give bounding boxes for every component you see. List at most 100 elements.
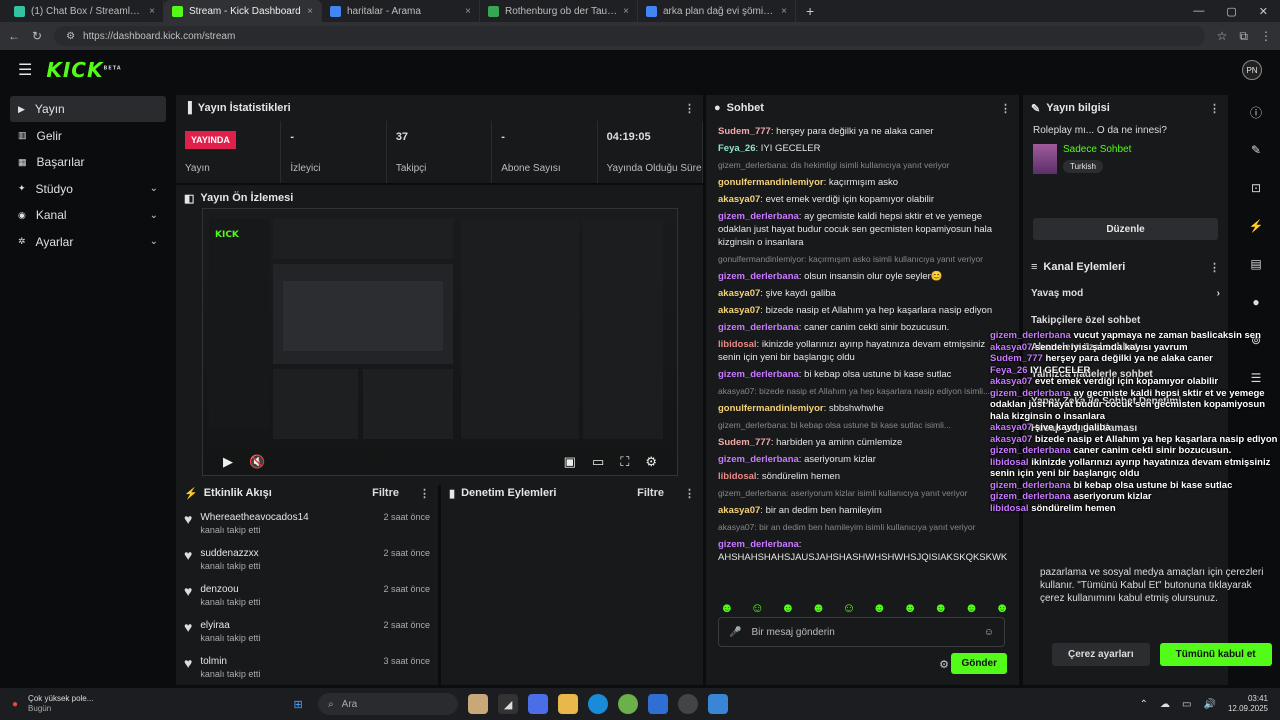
cookie-settings-button[interactable]: Çerez ayarları [1052,643,1150,666]
store-icon[interactable] [648,694,669,714]
accept-all-button[interactable]: Tümünü kabul et [1159,643,1272,666]
sidebar-item[interactable]: ▶ Yayın [10,96,166,122]
activity-user[interactable]: tolmin [200,656,260,667]
chat-username[interactable]: Feya_26 [718,143,756,154]
browser-tab[interactable]: arka plan dağ evi şömine karanlık × [638,0,796,22]
list-icon[interactable]: ▤ [1244,252,1268,276]
network-icon[interactable]: ▭ [1182,699,1191,710]
taskbar-search[interactable]: ⌕ Ara [318,693,459,715]
screen-icon[interactable]: ⊡ [1244,176,1268,200]
app-icon[interactable] [528,694,549,714]
chat-username[interactable]: akasya07 [718,305,760,316]
theater-icon[interactable]: ▭ [592,454,604,470]
moderation-filter-button[interactable]: Filtre [637,487,664,499]
emote-icon[interactable]: ☻ [903,600,917,615]
chat-username[interactable]: Sudem_777 [718,126,771,137]
emoji-icon[interactable]: ☺ [984,627,994,638]
close-icon[interactable]: × [149,6,155,17]
edit-button[interactable]: Düzenle [1033,218,1218,240]
emote-icon[interactable]: ☺ [842,600,855,615]
chat-username[interactable]: gizem_derlerbana [718,369,799,380]
emote-icon[interactable]: ☻ [965,600,979,615]
windows-start-icon[interactable]: ⊞ [288,694,308,714]
chrome-icon[interactable] [678,694,699,714]
site-info-icon[interactable]: ⚙ [66,31,75,42]
chat-username[interactable]: gizem_derlerbana [718,322,799,333]
activity-user[interactable]: Whereaetheavocados14 [200,512,308,523]
kick-logo[interactable]: KICKBETA [46,58,121,82]
close-window-icon[interactable]: ✕ [1259,5,1268,18]
activity-user[interactable]: elyiraa [200,620,260,631]
channel-action-item[interactable]: Yavaş mod › [1023,280,1228,307]
chat-username[interactable]: gizem_derlerbana [718,454,799,465]
chat-username[interactable]: gonulfermandinlemiyor [718,177,824,188]
extensions-icon[interactable]: ⧉ [1239,29,1248,44]
bolt-icon[interactable]: ⚡ [1244,214,1268,238]
minimize-icon[interactable]: — [1193,5,1204,18]
stats-menu-icon[interactable]: ⋮ [684,102,695,115]
volume-icon[interactable]: 🔊 [1204,699,1216,710]
sidebar-item[interactable]: ✦ Stüdyo ⌄ [10,176,166,202]
emote-icon[interactable]: ☻ [781,600,795,615]
avatar[interactable]: PN [1242,60,1262,80]
chat-input[interactable]: 🎤 Bir mesaj gönderin ☺ [718,617,1005,647]
chat-username[interactable]: akasya07 [718,288,760,299]
edge-icon[interactable] [588,694,609,714]
app-icon[interactable] [708,694,729,714]
folder-icon[interactable] [558,694,579,714]
actions-menu-icon[interactable]: ⋮ [1209,261,1220,274]
close-icon[interactable]: × [623,6,629,17]
pip-icon[interactable]: ▣ [564,454,576,470]
activity-filter-button[interactable]: Filtre [372,487,399,499]
emote-icon[interactable]: ☻ [812,600,826,615]
moderation-menu-icon[interactable]: ⋮ [684,487,695,500]
url-field[interactable]: ⚙ https://dashboard.kick.com/stream [54,26,1205,46]
cloud-icon[interactable]: ☁ [1160,699,1170,710]
activity-menu-icon[interactable]: ⋮ [419,487,430,500]
emote-icon[interactable]: ☻ [995,600,1009,615]
browser-tab[interactable]: Rothenburg ob der Tauber - Goo × [480,0,638,22]
new-tab-icon[interactable]: + [796,3,824,19]
star-icon[interactable]: ☆ [1217,29,1228,43]
close-icon[interactable]: × [307,6,313,17]
emote-icon[interactable]: ☺ [751,600,764,615]
chat-username[interactable]: Sudem_777 [718,437,771,448]
menu-icon[interactable]: ⋮ [1260,29,1272,43]
settings-icon[interactable]: ⚙ [645,454,657,470]
browser-tab[interactable]: haritalar - Arama × [322,0,480,22]
chat-settings-icon[interactable]: ⚙ [939,658,949,671]
play-icon[interactable]: ▶ [223,454,233,470]
chat-username[interactable]: gonulfermandinlemiyor [718,403,824,414]
mic-icon[interactable]: 🎤 [729,627,741,638]
reload-icon[interactable]: ↻ [32,29,42,43]
chat-username[interactable]: gizem_derlerbana [718,539,799,550]
chat-username[interactable]: akasya07 [718,505,760,516]
close-icon[interactable]: × [781,6,787,17]
app-icon[interactable] [618,694,639,714]
tray-chevron-icon[interactable]: ⌃ [1140,699,1148,710]
chat-menu-icon[interactable]: ⋮ [1000,102,1011,115]
app-icon[interactable] [468,694,489,714]
emote-icon[interactable]: ☻ [720,600,734,615]
info-menu-icon[interactable]: ⋮ [1209,102,1220,115]
sidebar-item[interactable]: ✲ Ayarlar ⌄ [10,229,166,255]
back-icon[interactable]: ← [8,29,20,43]
send-button[interactable]: Gönder [951,653,1007,674]
stream-preview-video[interactable]: KICK ▶ 🔇 ▣ ▭ ⛶ ⚙ [202,208,678,476]
sidebar-item[interactable]: ▥ Gelir [10,123,166,149]
activity-user[interactable]: denzoou [200,584,260,595]
chat-username[interactable]: gizem_derlerbana [718,271,799,282]
chat-icon[interactable]: ● [1244,290,1268,314]
emote-icon[interactable]: ☻ [934,600,948,615]
app-icon[interactable]: ◢ [498,694,519,714]
sidebar-item[interactable]: ◉ Kanal ⌄ [10,202,166,228]
chat-username[interactable]: libidosal [718,471,757,482]
chat-username[interactable]: gizem_derlerbana [718,211,799,222]
browser-tab[interactable]: (1) Chat Box / Streamlabs × [6,0,164,22]
close-icon[interactable]: × [465,6,471,17]
sidebar-item[interactable]: ▦ Başarılar [10,149,166,175]
browser-tab[interactable]: Stream - Kick Dashboard × [164,0,322,22]
info-icon[interactable]: ⓘ [1244,100,1268,124]
maximize-icon[interactable]: ▢ [1226,5,1236,18]
activity-user[interactable]: suddenazzxx [200,548,260,559]
